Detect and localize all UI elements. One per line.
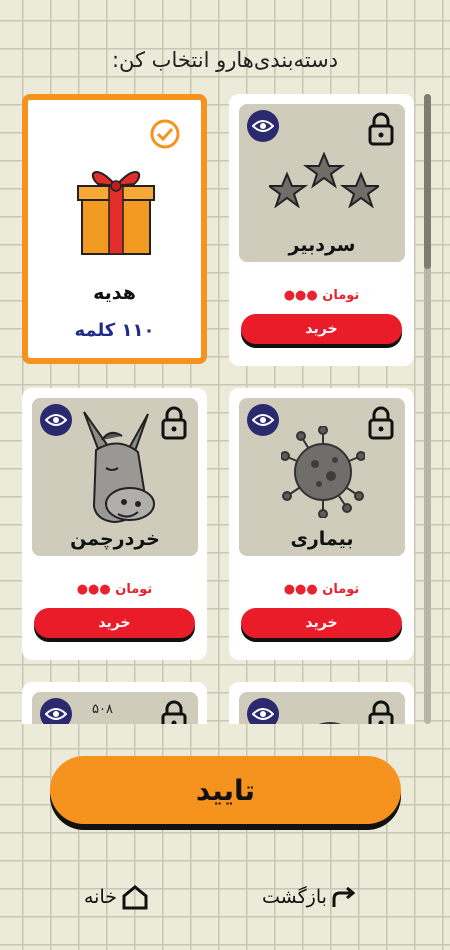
category-grid: سردبیر تومان ●●● خرید هدیه ۱۱۰ کلمه بیما… <box>14 92 434 724</box>
preview-eye-icon[interactable] <box>247 698 279 724</box>
category-image <box>239 692 405 724</box>
category-name: بیماری <box>290 528 354 550</box>
scrollbar[interactable] <box>424 94 431 724</box>
lock-icon <box>368 406 394 440</box>
home-label: خانه <box>84 886 118 908</box>
category-card-gift[interactable]: هدیه ۱۱۰ کلمه <box>22 94 207 364</box>
price-dots: ●●● <box>283 288 318 303</box>
preview-eye-icon[interactable] <box>247 404 279 436</box>
price-unit: تومان <box>322 288 360 303</box>
home-icon <box>122 885 148 910</box>
gift-icon <box>77 171 155 255</box>
category-card-editor[interactable]: سردبیر تومان ●●● خرید <box>229 94 414 366</box>
virus-icon <box>281 426 365 518</box>
price-label: تومان ●●● <box>22 582 207 597</box>
stars-icon <box>269 152 379 208</box>
back-label: بازگشت <box>262 886 327 908</box>
price-unit: تومان <box>115 582 153 597</box>
category-card-partial[interactable]: ۵۰۸ <box>22 682 207 724</box>
buy-button[interactable]: خرید <box>241 608 402 638</box>
category-card-donkey[interactable]: خردرچمن تومان ●●● خرید <box>22 388 207 660</box>
buy-button[interactable]: خرید <box>241 314 402 344</box>
preview-eye-icon[interactable] <box>40 698 72 724</box>
price-label: تومان ●●● <box>229 288 414 303</box>
donkey-icon <box>83 411 155 524</box>
lock-icon <box>368 112 394 146</box>
category-image: بیماری <box>239 398 405 556</box>
category-name: هدیه <box>93 282 136 304</box>
category-image: سردبیر <box>239 104 405 262</box>
category-name: خردرچمن <box>70 528 160 550</box>
back-button[interactable]: بازگشت <box>262 880 357 914</box>
page-title: دسته‌بندی‌هارو انتخاب کن: <box>111 48 339 72</box>
category-art <box>305 722 355 724</box>
scroll-thumb[interactable] <box>424 94 431 269</box>
category-name: سردبیر <box>288 234 356 256</box>
buy-button[interactable]: خرید <box>34 608 195 638</box>
price-label: تومان ●●● <box>229 582 414 597</box>
back-arrow-icon <box>332 886 356 907</box>
confirm-button[interactable]: تایید <box>50 756 401 824</box>
preview-eye-icon[interactable] <box>40 404 72 436</box>
preview-eye-icon[interactable] <box>247 110 279 142</box>
price-unit: تومان <box>322 582 360 597</box>
partial-label: ۵۰۸ <box>92 702 113 717</box>
lock-icon <box>161 406 187 440</box>
category-image: ۵۰۸ <box>32 692 198 724</box>
home-button[interactable]: خانه <box>84 880 149 914</box>
price-dots: ●●● <box>283 582 318 597</box>
category-card-partial[interactable] <box>229 682 414 724</box>
category-image: خردرچمن <box>32 398 198 556</box>
check-icon <box>150 119 180 149</box>
word-count: ۱۱۰ کلمه <box>74 320 155 341</box>
lock-icon <box>161 700 187 724</box>
lock-icon <box>368 700 394 724</box>
category-card-disease[interactable]: بیماری تومان ●●● خرید <box>229 388 414 660</box>
price-dots: ●●● <box>76 582 111 597</box>
